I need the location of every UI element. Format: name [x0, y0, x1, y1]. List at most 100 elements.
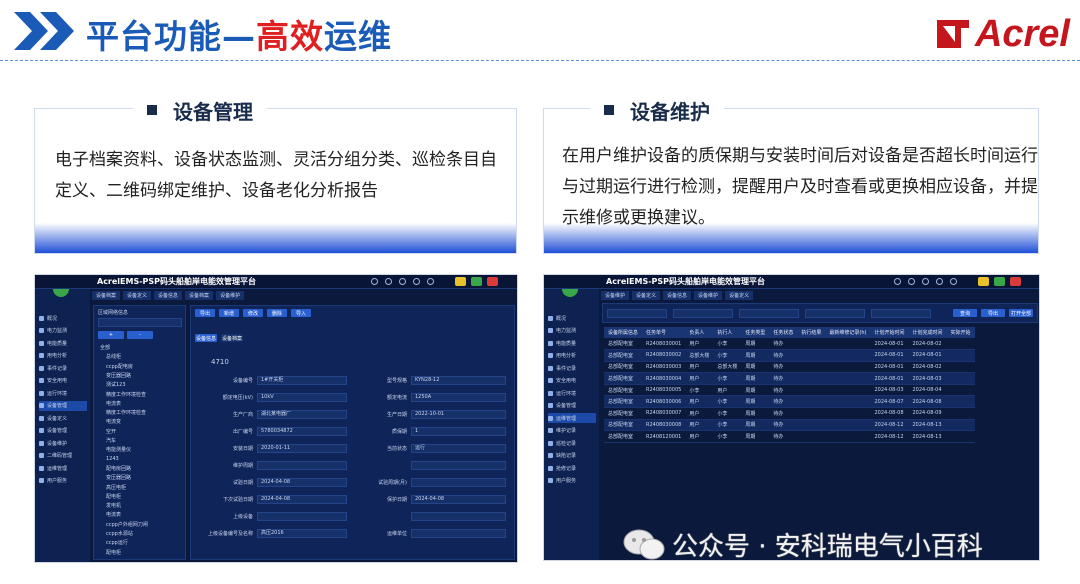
tab[interactable]: 设备档案 — [92, 291, 121, 300]
tree-node[interactable]: 高压电柜 — [106, 484, 126, 491]
sidebar-item[interactable]: 缺陷记录 — [548, 451, 596, 461]
tab[interactable]: 设备档案 — [185, 291, 214, 300]
field-value[interactable]: KYN28-12 — [411, 376, 506, 385]
form-tab[interactable]: 设备档案 — [221, 334, 243, 342]
sidebar-item[interactable]: 巡检记录 — [548, 438, 596, 448]
tab[interactable]: 设备信息 — [154, 291, 183, 300]
table-row[interactable]: 总部配电室 R2408030006 用户 小李 周期 待办 2024-08-07 2024-0… — [604, 395, 975, 409]
field-value[interactable]: 1#开关柜 — [257, 376, 347, 385]
tree-node[interactable]: ccpp户外组网刀闸 — [106, 521, 148, 528]
tab[interactable]: 设备定义 — [632, 291, 661, 300]
sidebar-item[interactable]: 用电分析 — [548, 351, 596, 361]
collapse-button[interactable]: - — [127, 331, 153, 339]
toolbar-button[interactable]: 导出 — [195, 309, 215, 317]
field-value[interactable] — [411, 461, 506, 470]
sidebar-item[interactable]: 电能质量 — [548, 338, 596, 348]
tree-node[interactable]: ccpp水源站 — [106, 530, 133, 537]
filter-button[interactable]: 导出 — [981, 309, 1005, 317]
sidebar-item[interactable]: 用电分析 — [39, 351, 87, 361]
tree-node[interactable]: 测试123 — [106, 381, 126, 388]
tree-node[interactable]: 电流表 — [106, 400, 121, 407]
field-value[interactable] — [411, 529, 506, 538]
tree-node[interactable]: 1243 — [106, 456, 119, 462]
tree-node[interactable]: 全部 — [100, 344, 110, 351]
field-value[interactable]: 10kV — [257, 393, 347, 402]
tree-node[interactable]: 配电柜 — [106, 493, 121, 500]
field-value[interactable] — [257, 461, 347, 470]
tree-node[interactable]: 变压器回路 — [106, 474, 131, 481]
field-value[interactable]: 2020-01-11 — [257, 444, 347, 453]
help-icon[interactable] — [413, 278, 420, 285]
sidebar-item[interactable]: 运行环境 — [548, 388, 596, 398]
sidebar-item[interactable]: 抢修记录 — [548, 463, 596, 473]
sidebar-item[interactable]: 运维管理 — [39, 463, 87, 473]
field-value[interactable]: 运行 — [411, 444, 506, 453]
settings-icon[interactable] — [385, 278, 392, 285]
toolbar-button[interactable]: 删除 — [267, 309, 287, 317]
table-row[interactable]: 总部配电室 R2408030002 总部大楼 小李 周期 待办 2024-08-01 2024… — [604, 349, 975, 362]
tree-node[interactable]: 电能测量仪 — [106, 446, 131, 453]
table-row[interactable]: 总部配电室 R2408030008 用户 小李 周期 待办 2024-08-12 2024-0… — [604, 419, 975, 432]
tab[interactable]: 设备维护 — [601, 291, 630, 300]
tab[interactable]: 设备维护 — [694, 291, 723, 300]
sidebar-item[interactable]: 安全用电 — [39, 376, 87, 386]
tree-node[interactable]: 精度工作环境检查 — [106, 391, 146, 398]
field-value[interactable] — [257, 512, 347, 521]
toolbar-button[interactable]: 修改 — [243, 309, 263, 317]
sidebar-item[interactable]: 二维码管理 — [39, 451, 87, 461]
sidebar-item[interactable]: 电力监测 — [39, 326, 87, 336]
sidebar-item[interactable]: 安全用电 — [548, 376, 596, 386]
sidebar-item[interactable]: 设备管理 — [39, 400, 87, 411]
field-value[interactable]: 2024-04-08 — [257, 495, 347, 504]
field-value[interactable]: 湖北某电器厂 — [257, 410, 347, 419]
tree-node[interactable]: ccpp运行 — [106, 539, 128, 546]
tree-node[interactable]: ccpp配电房 — [106, 363, 133, 370]
owner-input[interactable] — [871, 309, 931, 318]
fullscreen-icon[interactable] — [427, 278, 434, 285]
tree-node[interactable]: 汽车 — [106, 437, 116, 444]
user-badge[interactable] — [1010, 277, 1021, 286]
table-row[interactable]: 总部配电室 R2408030004 用户 小李 周期 待办 2024-08-01 2024-0… — [604, 372, 975, 385]
sidebar-item[interactable]: 维护记录 — [548, 426, 596, 436]
search-input[interactable] — [98, 318, 182, 327]
tab[interactable]: 设备维护 — [216, 291, 245, 300]
executor-input[interactable] — [805, 309, 865, 318]
field-value[interactable]: 1 — [411, 427, 506, 436]
sidebar-item[interactable]: 设备定义 — [39, 413, 87, 423]
sidebar-item[interactable]: 概况 — [39, 313, 87, 323]
expand-button[interactable]: + — [98, 331, 124, 339]
tree-node[interactable]: 电流变 — [106, 418, 121, 425]
sidebar-item[interactable]: 电能质量 — [39, 338, 87, 348]
tree-node[interactable]: 变压器回路 — [106, 372, 131, 379]
filter-button[interactable]: 查询 — [953, 309, 977, 317]
settings-icon[interactable] — [908, 278, 915, 285]
help-icon[interactable] — [936, 278, 943, 285]
tree-node[interactable]: 配电房回路 — [106, 465, 131, 472]
sidebar-item[interactable]: 用户服务 — [39, 476, 87, 486]
tree-node[interactable]: 发电机 — [106, 502, 121, 509]
form-tab[interactable]: 设备信息 — [195, 334, 217, 342]
field-value[interactable] — [411, 478, 506, 487]
globe-icon[interactable] — [894, 278, 901, 285]
field-value[interactable]: 2024-04-08 — [411, 495, 506, 504]
table-row[interactable]: 总部配电室 R2408120001 用户 小李 周期 待办 2024-08-12 2024-0… — [604, 430, 975, 443]
alarm-badge[interactable] — [455, 277, 466, 286]
sidebar-item[interactable]: 运维管理 — [548, 413, 596, 423]
sidebar-item[interactable]: 设备维护 — [39, 438, 87, 448]
tab[interactable]: 设备定义 — [123, 291, 152, 300]
user-badge[interactable] — [487, 277, 498, 286]
sidebar-item[interactable]: 事件记录 — [548, 363, 596, 373]
table-row[interactable]: 总部配电室 R2408030001 用户 小李 周期 待办 2024-08-01 2024-0… — [604, 338, 975, 351]
tree-node[interactable]: 总线柜 — [106, 353, 121, 360]
sidebar-item[interactable]: 用户服务 — [548, 476, 596, 486]
globe-icon[interactable] — [371, 278, 378, 285]
table-row[interactable]: 总部配电室 R2408030005 小李 用户 周期 待办 2024-08-03 2024-0… — [604, 384, 975, 397]
status-badge[interactable] — [471, 277, 482, 286]
tab[interactable]: 设备信息 — [663, 291, 692, 300]
tree-node[interactable]: 精度工作环境检查 — [106, 409, 146, 416]
sidebar-item[interactable]: 设备管理 — [39, 426, 87, 436]
sidebar-item[interactable]: 电力监测 — [548, 326, 596, 336]
bell-icon[interactable] — [399, 278, 406, 285]
field-value[interactable]: 2024-04-08 — [257, 478, 347, 487]
filter-button[interactable]: 打开全部 — [1009, 309, 1033, 317]
